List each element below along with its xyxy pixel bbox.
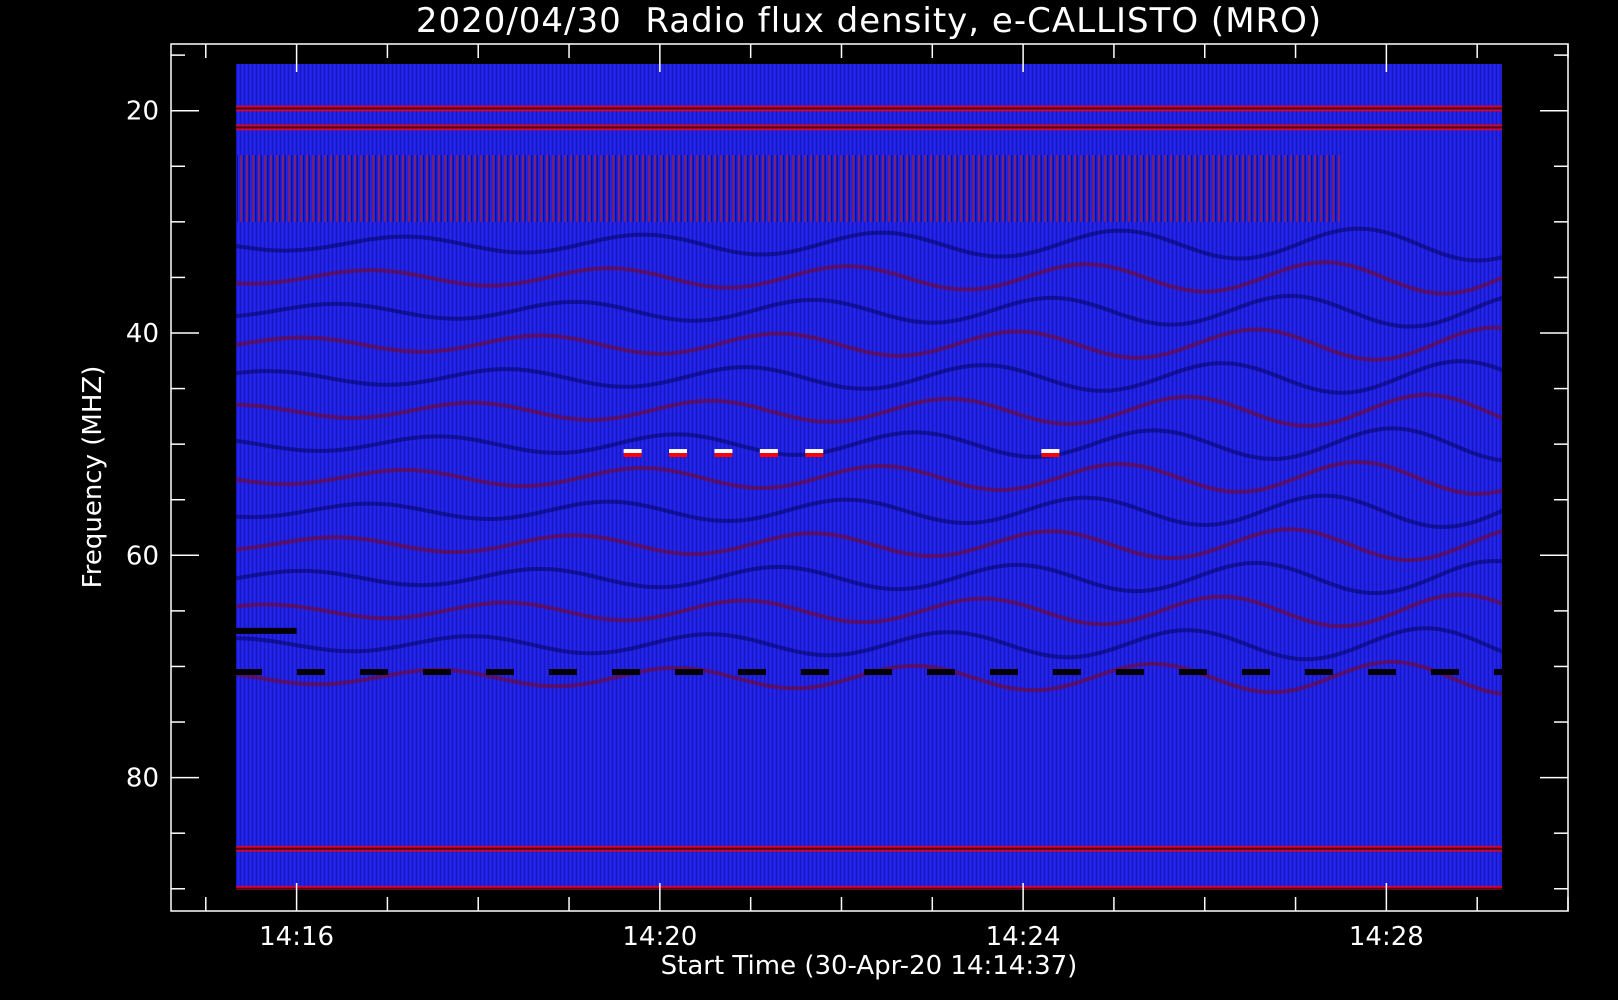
y-axis-label: Frequency (MHZ) xyxy=(78,366,108,589)
y-tick-label: 20 xyxy=(126,97,159,127)
dark-band-segment xyxy=(1557,669,1585,675)
dark-band-segment xyxy=(989,669,1018,676)
rfi-spike xyxy=(1041,449,1060,454)
dark-band-segment xyxy=(1304,669,1333,676)
dark-band-segment xyxy=(1493,669,1502,676)
bright-band-core xyxy=(236,107,1502,110)
rfi-spike-base xyxy=(714,453,733,458)
x-tick-label: 14:28 xyxy=(1349,922,1424,952)
rfi-spike xyxy=(805,449,824,454)
rfi-spike xyxy=(669,449,688,454)
striated-region xyxy=(236,155,1341,222)
dark-band-segment xyxy=(863,669,892,676)
rfi-spike-base xyxy=(805,453,824,458)
y-tick-label: 40 xyxy=(126,319,159,349)
x-axis-label: Start Time (30-Apr-20 14:14:37) xyxy=(661,951,1078,981)
rfi-spike-base xyxy=(1041,453,1060,458)
x-tick-label: 14:20 xyxy=(622,922,697,952)
rfi-spike xyxy=(714,449,733,454)
rfi-spike-base xyxy=(1550,453,1568,457)
dark-band-segment xyxy=(1430,669,1459,676)
dark-band-segment xyxy=(359,669,388,676)
chart-title: 2020/04/30 Radio flux density, e-CALLIST… xyxy=(416,1,1322,41)
dark-band-segment xyxy=(1367,669,1396,676)
y-tick-label: 60 xyxy=(126,541,159,571)
dark-band-segment xyxy=(548,669,577,676)
dark-band-segment xyxy=(800,669,829,676)
x-tick-label: 14:16 xyxy=(259,922,334,952)
dark-band-segment xyxy=(1241,669,1270,676)
bright-band-core xyxy=(236,887,1502,890)
spectrogram-chart: 2020/04/30 Radio flux density, e-CALLIST… xyxy=(78,1,1585,981)
dark-band-segment xyxy=(296,669,325,676)
rfi-spike-base xyxy=(623,453,642,458)
dark-band-segment xyxy=(611,669,640,676)
dark-band-segment xyxy=(1052,669,1081,676)
dark-segment xyxy=(236,627,297,634)
bright-band-core xyxy=(236,126,1502,129)
rfi-spike-base xyxy=(759,453,778,458)
spectrogram-image xyxy=(236,64,1585,890)
y-tick-label: 80 xyxy=(126,764,159,794)
rfi-spike-base xyxy=(669,453,688,458)
rfi-spike xyxy=(759,449,778,454)
rfi-spike xyxy=(623,449,642,454)
bright-band-core xyxy=(236,847,1502,850)
dark-band-segment xyxy=(422,669,451,676)
dark-band-segment xyxy=(674,669,703,676)
x-tick-label: 14:24 xyxy=(986,922,1061,952)
dark-band-segment xyxy=(1115,669,1144,676)
rfi-spike xyxy=(1550,449,1568,453)
dark-band-segment xyxy=(236,669,262,676)
dark-band-segment xyxy=(1178,669,1207,676)
dark-band-segment xyxy=(926,669,955,676)
dark-band-segment xyxy=(485,669,514,676)
dark-band-segment xyxy=(737,669,766,676)
